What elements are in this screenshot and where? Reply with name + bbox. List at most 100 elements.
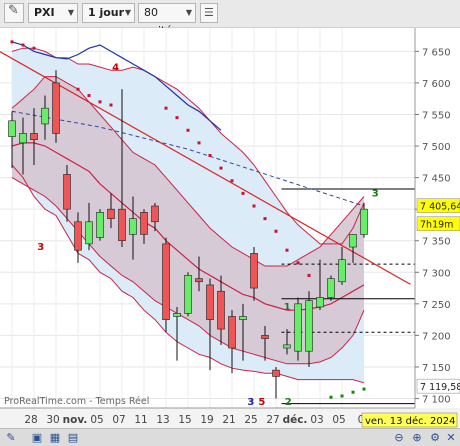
- y-tick-label: 7 450: [422, 174, 451, 185]
- sar-dot: [340, 394, 344, 398]
- x-tick-label: déc.: [283, 414, 308, 426]
- candle-body[interactable]: [272, 369, 280, 377]
- x-tick-label: 28: [24, 414, 37, 426]
- x-tick-label: 05: [332, 414, 345, 426]
- candle-body[interactable]: [52, 82, 60, 134]
- candle-body[interactable]: [195, 278, 203, 283]
- candle-body[interactable]: [338, 259, 346, 283]
- chart-footer: ✎ ▣ ▦ ▤ ⊖ ⊕ ⚙ ✕: [0, 428, 460, 446]
- candle-body[interactable]: [261, 335, 269, 339]
- candle-body[interactable]: [305, 300, 313, 352]
- sar-dot: [175, 116, 179, 120]
- watermark: ProRealTime.com - Temps Réel: [4, 396, 149, 407]
- draw-tool-icon[interactable]: ✎: [4, 431, 18, 444]
- wave-count-label: 3: [247, 397, 254, 408]
- candle-body[interactable]: [19, 133, 27, 144]
- indicator-icon[interactable]: ▦: [48, 431, 62, 444]
- timeframe-label: 1 jour: [88, 6, 125, 19]
- sar-dot: [208, 154, 212, 158]
- candle-body[interactable]: [85, 221, 93, 245]
- x-tick-label: 27: [266, 414, 279, 426]
- close-icon[interactable]: ✕: [444, 431, 458, 444]
- x-tick-label: 25: [244, 414, 257, 426]
- candle-body[interactable]: [96, 212, 104, 238]
- sar-dot: [351, 390, 355, 394]
- candle-body[interactable]: [250, 253, 258, 289]
- instrument-label: PXI: [34, 6, 55, 19]
- chart-tool-button[interactable]: ✎: [4, 3, 24, 23]
- candle-body[interactable]: [162, 243, 170, 320]
- sar-dot: [87, 94, 91, 98]
- sar-dot: [10, 40, 14, 44]
- candle-body[interactable]: [41, 107, 49, 125]
- candle-body[interactable]: [316, 297, 324, 308]
- chart-toolbar: ✎ PXI ▼ 1 jour ▼ 80 unités ▼ ☰: [0, 0, 460, 37]
- sar-dot: [197, 141, 201, 145]
- chart-options-button[interactable]: ☰: [200, 3, 218, 23]
- instrument-selector[interactable]: PXI ▼: [28, 3, 78, 23]
- sar-dot: [164, 106, 168, 110]
- y-tick-label: 7 350: [422, 237, 451, 248]
- y-tick-label: 7 650: [422, 47, 451, 58]
- x-tick-label: nov.: [63, 414, 88, 426]
- candle-body[interactable]: [74, 221, 82, 251]
- wave-count-label: 3: [372, 189, 379, 200]
- sar-dot: [21, 43, 25, 47]
- sar-dot: [98, 100, 102, 104]
- candle-body[interactable]: [63, 174, 71, 210]
- price-chart[interactable]: 3435123rally de Noël7 1007 1507 2007 250…: [0, 28, 460, 428]
- cursor-icon[interactable]: ▣: [30, 431, 44, 444]
- y-tick-label: 7 100: [422, 395, 451, 406]
- candle-body[interactable]: [184, 275, 192, 314]
- pencil-icon: ✎: [8, 3, 19, 18]
- x-tick-label: 11: [134, 414, 147, 426]
- wave-count-label: 3: [37, 242, 44, 253]
- sar-dot: [307, 273, 311, 277]
- wave-count-label: 4: [112, 62, 119, 73]
- candle-body[interactable]: [206, 284, 214, 320]
- sar-dot: [32, 46, 36, 50]
- price-label: 7 405,64: [420, 202, 460, 213]
- sar-dot: [296, 261, 300, 265]
- candle-body[interactable]: [107, 208, 115, 219]
- x-tick-label: 21: [222, 414, 235, 426]
- candle-body[interactable]: [327, 278, 335, 298]
- candle-body[interactable]: [294, 303, 302, 352]
- candle-body[interactable]: [360, 208, 368, 235]
- zoom-out-icon[interactable]: ⊖: [392, 431, 406, 444]
- settings-icon[interactable]: ⚙: [428, 431, 442, 444]
- candle-body[interactable]: [349, 234, 357, 248]
- y-tick-label: 7 500: [422, 142, 451, 153]
- candle-body[interactable]: [239, 316, 247, 320]
- x-tick-label: 19: [200, 414, 213, 426]
- zoom-in-icon[interactable]: ⊕: [410, 431, 424, 444]
- candle-body[interactable]: [173, 313, 181, 317]
- chevron-down-icon: ▼: [124, 8, 131, 17]
- x-tick-label: 15: [178, 414, 191, 426]
- sar-dot: [263, 217, 267, 221]
- y-tick-label: 7 250: [422, 300, 451, 311]
- y-tick-label: 7 200: [422, 331, 451, 342]
- x-tick-label: 30: [46, 414, 59, 426]
- sar-dot: [329, 395, 333, 399]
- x-tick-label: 03: [310, 414, 323, 426]
- candle-body[interactable]: [228, 316, 236, 349]
- candle-body[interactable]: [129, 218, 137, 235]
- sar-dot: [362, 387, 366, 391]
- candle-body[interactable]: [118, 208, 126, 242]
- sar-dot: [274, 229, 278, 233]
- timeframe-selector[interactable]: 1 jour ▼: [82, 3, 135, 23]
- candle-body[interactable]: [217, 290, 225, 330]
- price-label: 7h19m: [420, 220, 453, 231]
- x-tick-label: 13: [156, 414, 169, 426]
- candle-body[interactable]: [283, 344, 291, 349]
- candle-body[interactable]: [8, 120, 16, 137]
- wave-count-label: 1: [284, 302, 291, 313]
- sar-dot: [76, 87, 80, 91]
- y-tick-label: 7 150: [422, 363, 451, 374]
- candle-body[interactable]: [140, 212, 148, 235]
- compare-icon[interactable]: ▤: [66, 431, 80, 444]
- units-selector[interactable]: 80 unités ▼: [138, 3, 196, 37]
- candle-body[interactable]: [151, 205, 159, 223]
- candle-body[interactable]: [30, 133, 38, 141]
